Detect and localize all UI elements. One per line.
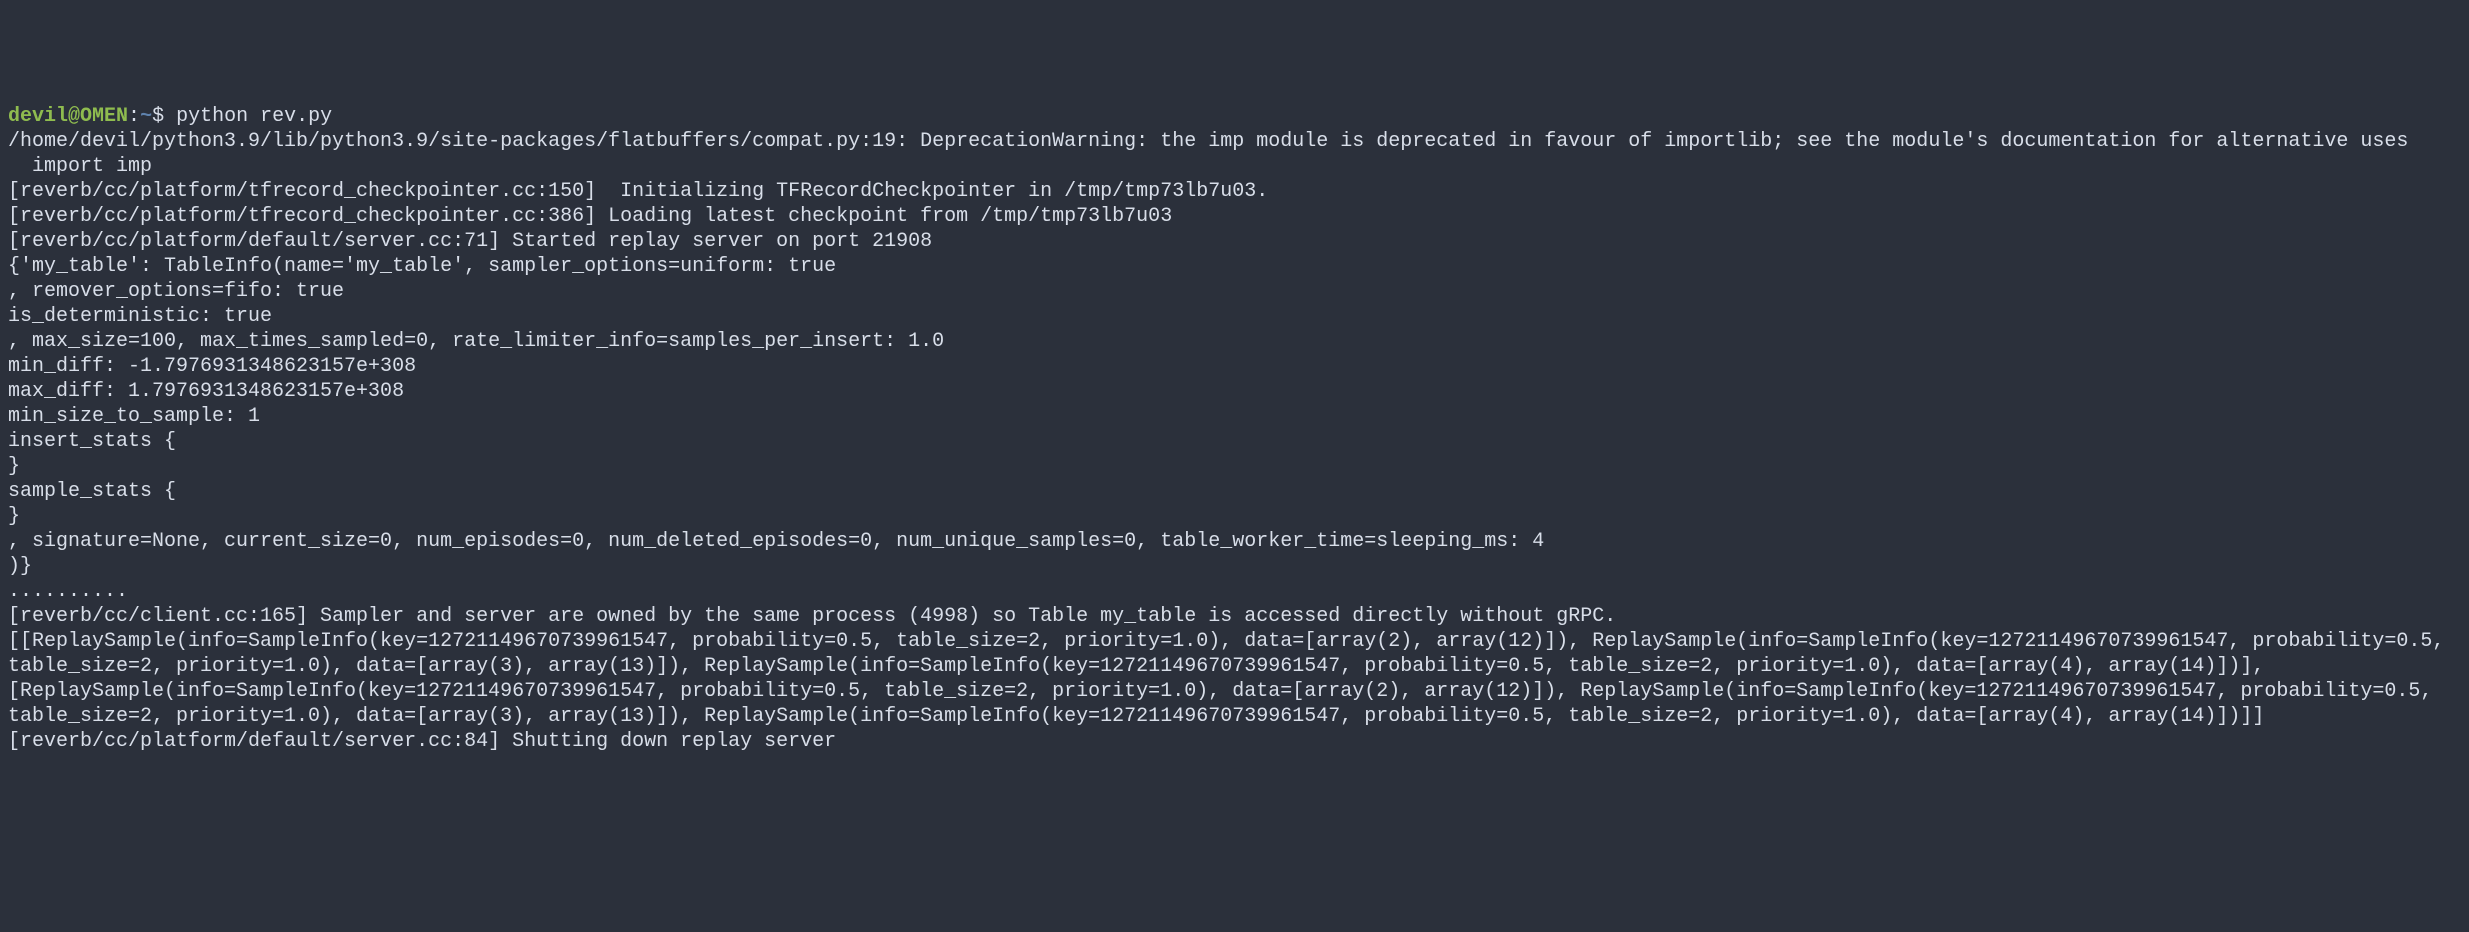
prompt-path: ~ xyxy=(140,105,152,128)
output-line: )} xyxy=(8,554,2461,579)
output-line: min_diff: -1.7976931348623157e+308 xyxy=(8,354,2461,379)
prompt-colon: : xyxy=(128,105,140,128)
prompt-dollar: $ xyxy=(152,105,164,128)
command-text: python rev.py xyxy=(176,105,332,128)
terminal-output: devil@OMEN:~$ python rev.py/home/devil/p… xyxy=(8,104,2461,754)
output-line: , max_size=100, max_times_sampled=0, rat… xyxy=(8,329,2461,354)
prompt-user: devil xyxy=(8,105,68,128)
output-line: [reverb/cc/platform/tfrecord_checkpointe… xyxy=(8,179,2461,204)
output-line: {'my_table': TableInfo(name='my_table', … xyxy=(8,254,2461,279)
output-line: /home/devil/python3.9/lib/python3.9/site… xyxy=(8,129,2461,154)
output-line: } xyxy=(8,504,2461,529)
output-line: , signature=None, current_size=0, num_ep… xyxy=(8,529,2461,554)
output-line: [[ReplaySample(info=SampleInfo(key=12721… xyxy=(8,629,2461,729)
output-line: sample_stats { xyxy=(8,479,2461,504)
output-line: is_deterministic: true xyxy=(8,304,2461,329)
output-line: import imp xyxy=(8,154,2461,179)
output-line: min_size_to_sample: 1 xyxy=(8,404,2461,429)
output-line: .......... xyxy=(8,579,2461,604)
output-line: [reverb/cc/platform/default/server.cc:71… xyxy=(8,229,2461,254)
output-line: , remover_options=fifo: true xyxy=(8,279,2461,304)
output-line: [reverb/cc/platform/tfrecord_checkpointe… xyxy=(8,204,2461,229)
output-line: [reverb/cc/platform/default/server.cc:84… xyxy=(8,729,2461,754)
output-line: insert_stats { xyxy=(8,429,2461,454)
prompt-line[interactable]: devil@OMEN:~$ python rev.py xyxy=(8,104,2461,129)
prompt-at: @ xyxy=(68,105,80,128)
output-line: max_diff: 1.7976931348623157e+308 xyxy=(8,379,2461,404)
prompt-host: OMEN xyxy=(80,105,128,128)
output-line: [reverb/cc/client.cc:165] Sampler and se… xyxy=(8,604,2461,629)
output-line: } xyxy=(8,454,2461,479)
